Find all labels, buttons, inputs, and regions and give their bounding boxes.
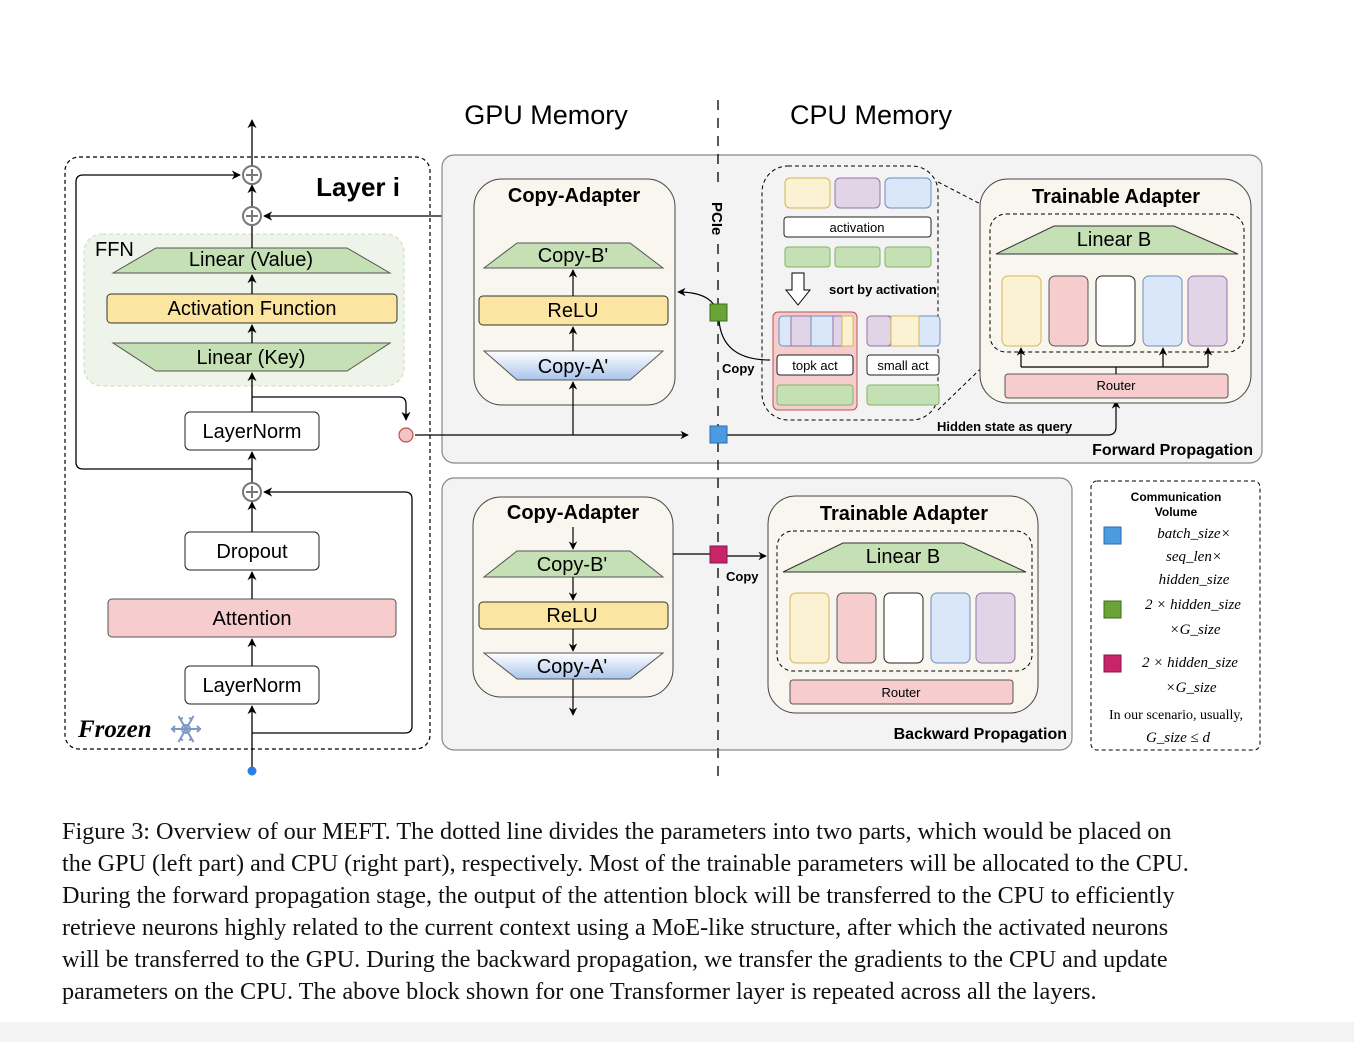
legend-note-line1: In our scenario, usually, (1109, 708, 1243, 723)
figure-caption: Figure 3: Overview of our MEFT. The dott… (62, 816, 1282, 1008)
legend-swatch-magenta (1103, 654, 1122, 673)
forward-router-label: Router (1096, 378, 1136, 393)
legend-title-line2: Volume (1155, 505, 1198, 519)
backward-relu-label: ReLU (546, 605, 597, 627)
topk-act-label: topk act (792, 358, 838, 373)
legend-swatch-blue (1103, 526, 1122, 545)
caption-line: retrieve neurons highly related to the c… (62, 914, 1169, 941)
cpu-memory-header: CPU Memory (790, 100, 953, 130)
forward-linear-b-label: Linear B (1077, 229, 1152, 251)
backward-copy-transfer-square (709, 545, 728, 564)
layernorm-top-label: LayerNorm (203, 421, 302, 443)
legend-item-1-line-2: seq_len× (1166, 549, 1222, 565)
forward-expert-blue (1142, 275, 1183, 347)
small-neuron-yellow (890, 315, 920, 347)
forward-copy-b-label: Copy-B' (538, 245, 609, 267)
layer-title: Layer i (316, 172, 400, 202)
add-circle-top (242, 165, 262, 185)
legend-note-line2: G_size ≤ d (1146, 730, 1211, 746)
forward-relu-label: ReLU (547, 300, 598, 322)
backward-propagation-label: Backward Propagation (894, 726, 1067, 743)
topk-neuron-yellow (841, 315, 854, 347)
pcie-label-forward: PCIe (708, 202, 725, 235)
caption-line: will be transferred to the GPU. During t… (62, 946, 1168, 973)
neuron-yellow (784, 177, 831, 209)
activation-label: activation (830, 220, 885, 235)
gpu-memory-header: GPU Memory (464, 100, 628, 130)
forward-copy-a-label: Copy-A' (538, 356, 609, 378)
small-act-label: small act (877, 358, 929, 373)
page-bottom-band (0, 1022, 1354, 1042)
backward-expert-pink (836, 592, 877, 664)
forward-copy-adapter-title: Copy-Adapter (508, 185, 640, 207)
hidden-state-transfer-square (709, 425, 728, 444)
legend-swatch-green (1103, 600, 1122, 619)
backward-copy-label: Copy (726, 569, 759, 584)
forward-copy-transfer-square (709, 303, 728, 322)
attention-label: Attention (213, 608, 292, 630)
forward-expert-purple (1187, 275, 1228, 347)
forward-expert-pink (1048, 275, 1089, 347)
activation-cell-1 (784, 246, 831, 268)
caption-line: parameters on the CPU. The above block s… (62, 978, 1097, 1005)
caption-line: During the forward propagation stage, th… (62, 882, 1175, 909)
linear-value-label: Linear (Value) (189, 249, 313, 271)
activation-cell-3 (884, 246, 932, 268)
legend-item-3-line-1: 2 × hidden_size (1142, 655, 1238, 671)
sort-by-activation-label: sort by activation (829, 282, 937, 297)
neuron-purple (834, 177, 881, 209)
legend-item-2-line-2: ×G_size (1170, 622, 1221, 638)
neuron-blue (884, 177, 932, 209)
backward-router-label: Router (881, 685, 921, 700)
topk-neuron-purple (790, 315, 812, 347)
topk-neuron-purple-2 (832, 315, 843, 347)
legend-item-2-line-1: 2 × hidden_size (1145, 597, 1241, 613)
backward-copy-b-label: Copy-B' (537, 554, 608, 576)
backward-expert-yellow (789, 592, 830, 664)
forward-expert-yellow (1001, 275, 1042, 347)
backward-expert-purple (975, 592, 1016, 664)
legend-item-1-line-3: hidden_size (1159, 572, 1230, 588)
backward-copy-adapter-title: Copy-Adapter (507, 502, 639, 524)
add-circle-middle (242, 206, 262, 226)
legend-title-line1: Communication (1131, 490, 1222, 504)
frozen-label: Frozen (77, 716, 152, 743)
ffn-label: FFN (95, 239, 134, 261)
add-circle-bottom (242, 482, 262, 502)
caption-line: Figure 3: Overview of our MEFT. The dott… (62, 818, 1172, 845)
caption-line: the GPU (left part) and CPU (right part)… (62, 850, 1189, 877)
forward-propagation-label: Forward Propagation (1092, 442, 1253, 459)
activation-function-label: Activation Function (168, 298, 337, 320)
small-activation-cell (866, 384, 940, 406)
small-neuron-purple (866, 315, 892, 347)
attention-output-node (398, 427, 414, 443)
backward-expert-white (883, 592, 924, 664)
meft-diagram: GPU Memory CPU Memory Layer i FFN Linear… (64, 100, 1263, 780)
topk-neuron-blue (810, 315, 834, 347)
layernorm-bottom-label: LayerNorm (203, 675, 302, 697)
backward-linear-b-label: Linear B (866, 546, 941, 568)
legend-item-1-line-1: batch_size× (1157, 526, 1230, 542)
snowflake-icon (170, 715, 202, 743)
dropout-label: Dropout (216, 541, 288, 563)
backward-expert-blue (930, 592, 971, 664)
activation-cell-2 (834, 246, 881, 268)
forward-trainable-adapter-title: Trainable Adapter (1032, 186, 1200, 208)
topk-activation-cell (776, 384, 854, 406)
hidden-state-label: Hidden state as query (937, 419, 1073, 434)
forward-expert-white (1095, 275, 1136, 347)
backward-trainable-adapter-title: Trainable Adapter (820, 503, 988, 525)
linear-key-label: Linear (Key) (197, 347, 306, 369)
input-dot (247, 766, 257, 776)
forward-copy-label: Copy (722, 361, 755, 376)
legend-item-3-line-2: ×G_size (1166, 680, 1217, 696)
backward-copy-a-label: Copy-A' (537, 656, 608, 678)
